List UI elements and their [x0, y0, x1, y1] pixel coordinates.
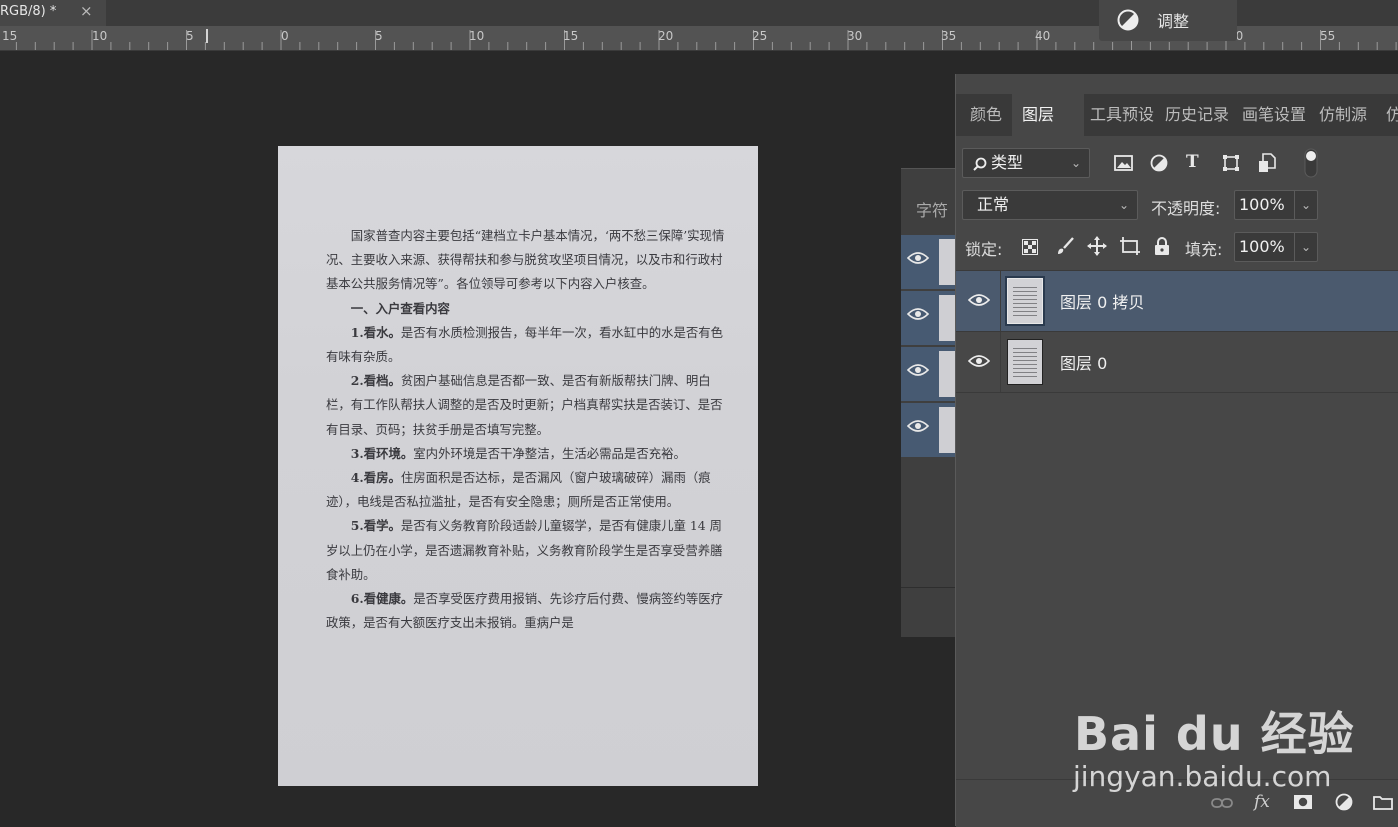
lock-artboard-icon[interactable] [1119, 236, 1141, 256]
chevron-down-icon[interactable]: ⌄ [1294, 191, 1317, 219]
layer-row[interactable]: 图层 0 [956, 332, 1398, 393]
lock-transparent-icon[interactable] [1022, 239, 1038, 255]
char-panel-row[interactable] [901, 291, 957, 345]
image-filter-icon[interactable] [1114, 154, 1134, 172]
document-item: 1.看水。是否有水质检测报告，每半年一次，看水缸中的水是否有色有味有杂质。 [326, 321, 726, 369]
filter-kind-label: 类型 [991, 153, 1024, 172]
fx-icon[interactable]: fx [1254, 792, 1270, 812]
item-title: 5.看学。 [350, 518, 401, 534]
ruler-label: 10 [469, 29, 485, 43]
new-adjustment-icon[interactable] [1335, 793, 1353, 811]
char-panel-row[interactable] [901, 235, 957, 289]
folder-icon[interactable] [1373, 794, 1393, 810]
character-panel: 字符 [901, 168, 957, 637]
baidu-watermark-logo: Bai du 经验 [1074, 707, 1355, 761]
ruler-label: 0 [281, 29, 289, 43]
mask-icon[interactable] [1293, 794, 1313, 810]
opacity-value: 100% [1239, 195, 1285, 214]
ruler-label: 55 [1320, 29, 1336, 43]
item-title: 4.看房。 [350, 470, 401, 486]
tab-layers[interactable]: 图层 [1012, 94, 1084, 136]
opacity-field[interactable]: 100% ⌄ [1234, 190, 1318, 220]
document-tab[interactable]: RGB/8) * × [0, 0, 106, 26]
tab-clone-source[interactable]: 仿制源 [1313, 94, 1385, 136]
item-title: 2.看档。 [350, 373, 401, 389]
document-tab-label: RGB/8) * [0, 4, 57, 19]
ruler-label: 20 [658, 29, 674, 43]
divider [901, 587, 957, 588]
filter-kind-select[interactable]: 类型 ⌄ [962, 148, 1090, 178]
divider [1000, 332, 1001, 392]
char-panel-row[interactable] [901, 403, 957, 457]
adjustments-label: 调整 [1157, 12, 1190, 31]
half-circle-icon [1117, 9, 1139, 31]
fill-value: 100% [1239, 237, 1285, 256]
ruler-label: 35 [941, 29, 957, 43]
blend-mode-value: 正常 [977, 195, 1010, 214]
lock-all-icon[interactable] [1154, 236, 1170, 256]
fill-field[interactable]: 100% ⌄ [1234, 232, 1318, 262]
ruler-label: 5 [375, 29, 383, 43]
lock-paint-icon[interactable] [1055, 236, 1075, 256]
shape-filter-icon[interactable] [1222, 154, 1240, 172]
chevron-down-icon: ⌄ [1070, 156, 1081, 170]
layer-thumbnail [1005, 276, 1045, 326]
blend-mode-select[interactable]: 正常 ⌄ [962, 190, 1138, 220]
chevron-down-icon[interactable]: ⌄ [1294, 233, 1317, 261]
eye-icon[interactable] [907, 307, 929, 321]
item-body: 室内外环境是否干净整洁，生活必需品是否充裕。 [413, 445, 686, 461]
ruler-label: 30 [847, 29, 863, 43]
document-text: 国家普查内容主要包括“建档立卡户基本情况，‘两不愁三保障’实现情况、主要收入来源… [326, 224, 726, 635]
eye-icon[interactable] [968, 354, 990, 368]
tab-more[interactable]: 仿 [1386, 94, 1398, 136]
link-icon[interactable] [1211, 797, 1233, 809]
ruler-label: 40 [1035, 29, 1051, 43]
layer-thumbnail [1007, 339, 1043, 385]
adjustment-filter-icon[interactable] [1150, 154, 1168, 172]
layer-name[interactable]: 图层 0 [1060, 350, 1107, 374]
lock-label: 锁定: [965, 240, 1003, 259]
document-item: 5.看学。是否有义务教育阶段适龄儿童辍学，是否有健康儿童 14 周岁以上仍在小学… [326, 514, 726, 587]
document-item: 3.看环境。室内外环境是否干净整洁，生活必需品是否充裕。 [326, 442, 726, 466]
document-photo: 国家普查内容主要包括“建档立卡户基本情况，‘两不愁三保障’实现情况、主要收入来源… [278, 146, 758, 786]
eye-icon[interactable] [968, 293, 990, 307]
document-item: 4.看房。住房面积是否达标，是否漏风（窗户玻璃破碎）漏雨（痕迹），电线是否私拉滥… [326, 466, 726, 514]
ruler-label: 5 [186, 29, 194, 43]
item-title: 3.看环境。 [350, 445, 414, 461]
smart-object-filter-icon[interactable] [1258, 153, 1276, 173]
document-heading: 一、入户查看内容 [350, 300, 450, 316]
char-panel-row[interactable] [901, 347, 957, 401]
tab-tool-presets[interactable]: 工具预设 [1084, 94, 1158, 136]
document-item: 2.看档。贫困户基础信息是否都一致、是否有新版帮扶门牌、明白栏，有工作队帮扶人调… [326, 369, 726, 442]
ruler-label: 15 [563, 29, 579, 43]
layer-name[interactable]: 图层 0 拷贝 [1060, 289, 1144, 313]
divider [1000, 271, 1001, 331]
layer-row-selected[interactable]: 图层 0 拷贝 [956, 271, 1398, 332]
panel-tab-bar: 颜色 图层 工具预设 历史记录 画笔设置 仿制源 仿 [956, 94, 1398, 136]
adjustments-button[interactable]: 调整 [1099, 0, 1237, 41]
eye-icon[interactable] [907, 363, 929, 377]
document-item: 6.看健康。是否享受医疗费用报销、先诊疗后付费、慢病签约等医疗政策，是否有大额医… [326, 587, 726, 635]
tab-character[interactable]: 字符 [901, 197, 948, 221]
item-title: 1.看水。 [350, 324, 401, 340]
ruler-label: 15 [2, 29, 18, 43]
item-title: 6.看健康。 [350, 591, 414, 607]
document-intro: 国家普查内容主要包括“建档立卡户基本情况，‘两不愁三保障’实现情况、主要收入来源… [326, 228, 725, 292]
chevron-down-icon: ⌄ [1118, 198, 1129, 212]
tab-brush-settings[interactable]: 画笔设置 [1236, 94, 1312, 136]
search-icon [973, 157, 987, 171]
baidu-watermark-url: jingyan.baidu.com [1073, 760, 1332, 793]
close-icon[interactable]: × [80, 2, 93, 20]
type-filter-icon[interactable]: T [1186, 152, 1199, 172]
lock-position-icon[interactable] [1087, 236, 1107, 256]
ruler-label: 10 [92, 29, 108, 43]
ruler-label: 25 [752, 29, 768, 43]
fill-label: 填充: [1185, 240, 1223, 259]
eye-icon[interactable] [907, 419, 929, 433]
toggle-filter-icon[interactable] [1304, 148, 1318, 178]
opacity-label: 不透明度: [1151, 199, 1221, 218]
eye-icon[interactable] [907, 251, 929, 265]
tab-history[interactable]: 历史记录 [1159, 94, 1235, 136]
